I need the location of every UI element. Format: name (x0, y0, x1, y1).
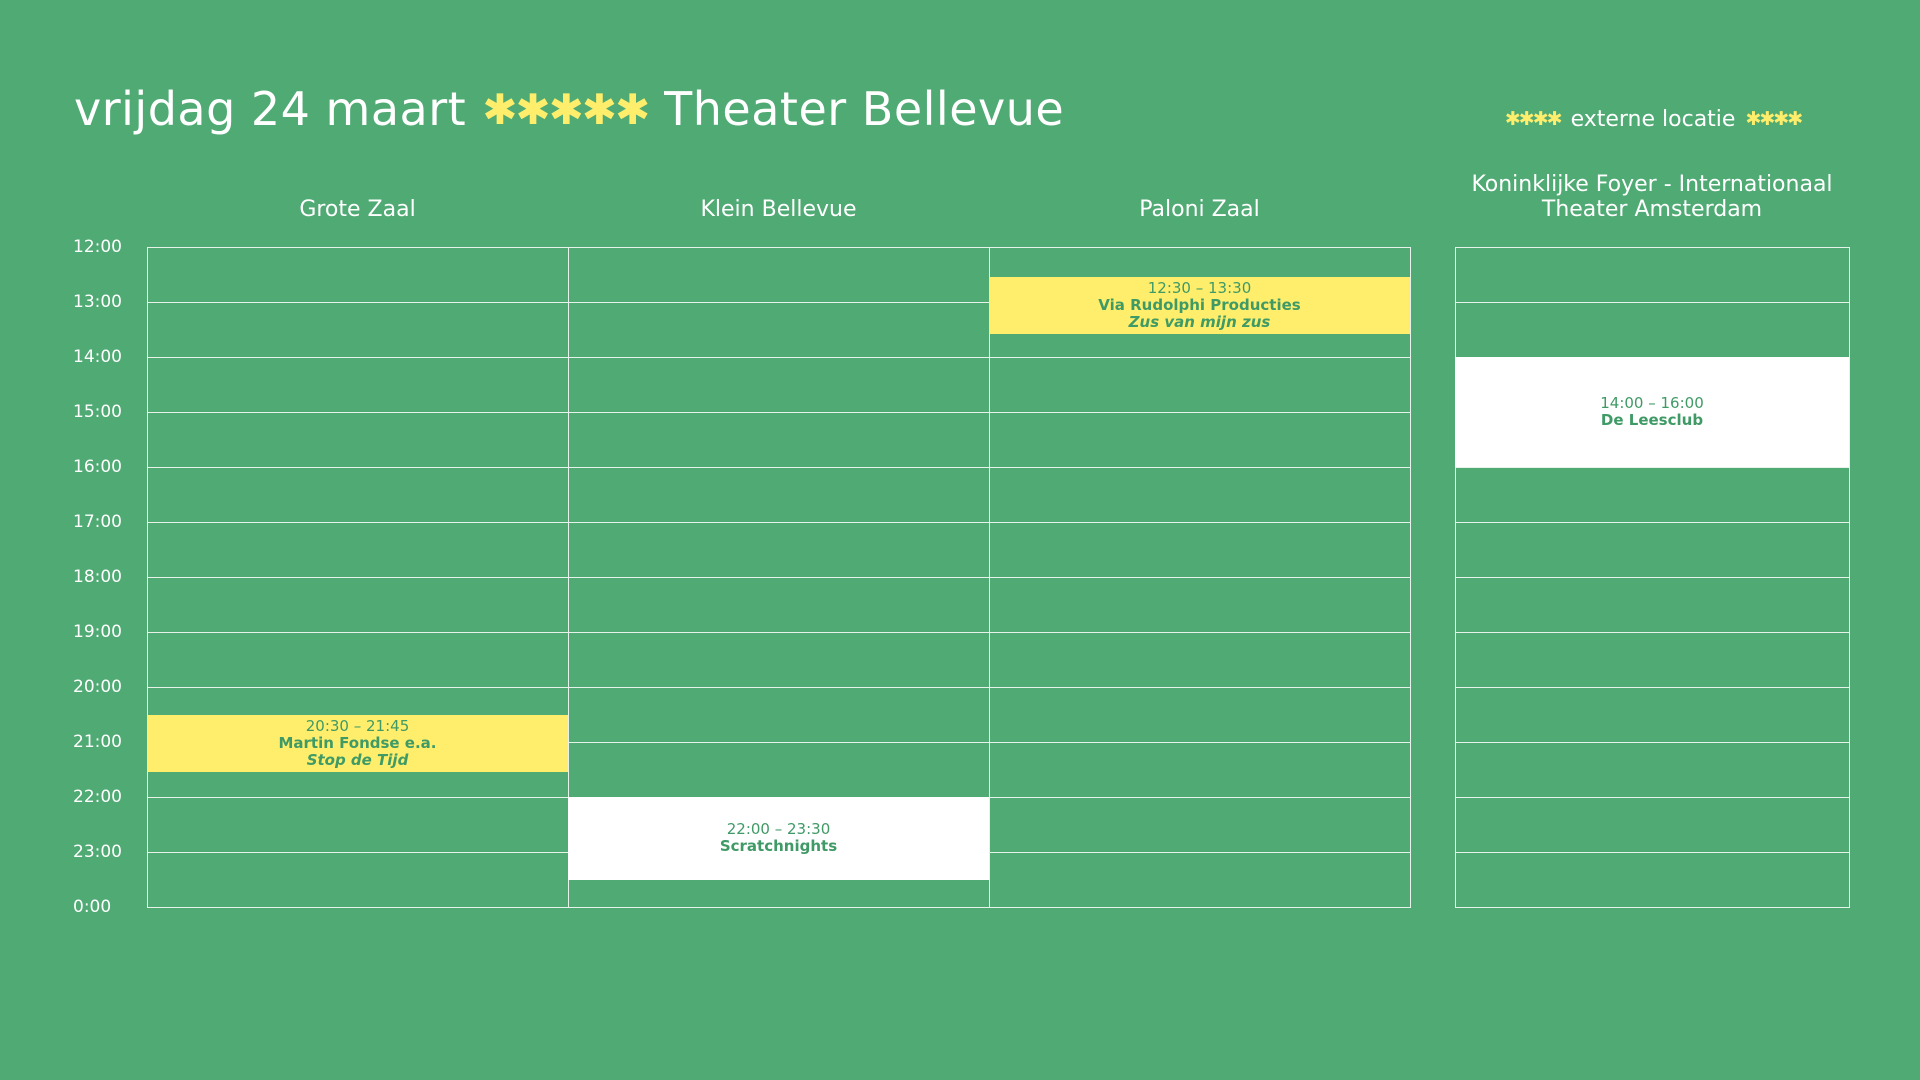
room-header-koninklijke-foyer: Koninklijke Foyer - Internationaal Theat… (1455, 172, 1849, 222)
stars-right-icon: ✱✱✱✱ (1745, 108, 1803, 130)
time-label: 14:00 (73, 347, 122, 367)
room-header-line1: Koninklijke Foyer - Internationaal (1471, 172, 1833, 197)
time-label: 16:00 (73, 457, 122, 477)
hour-gridline (1456, 797, 1849, 798)
room-header-grote-zaal: Grote Zaal (299, 197, 416, 222)
time-label: 19:00 (73, 622, 122, 642)
room-header-line2: Theater Amsterdam (1541, 197, 1763, 222)
event-company: Martin Fondse e.a. (278, 733, 437, 752)
stars-decoration-icon: ✱✱✱✱✱ (482, 84, 650, 134)
room-header-paloni-zaal: Paloni Zaal (1139, 197, 1260, 222)
time-label: 20:00 (73, 677, 122, 697)
event-company: Scratchnights (719, 837, 838, 856)
event-time: 14:00 – 16:00 (1600, 394, 1704, 412)
date-label: vrijdag 24 maart (74, 82, 467, 136)
time-label: 12:00 (73, 237, 122, 257)
hour-gridline (148, 687, 1410, 688)
time-label: 22:00 (73, 787, 122, 807)
time-label: 23:00 (73, 842, 122, 862)
hour-gridline (148, 467, 1410, 468)
hour-gridline (1456, 302, 1849, 303)
hour-gridline (1456, 852, 1849, 853)
time-label: 13:00 (73, 292, 122, 312)
event-time: 22:00 – 23:30 (726, 820, 831, 839)
venue-label: Theater Bellevue (664, 82, 1065, 136)
hour-gridline (1456, 577, 1849, 578)
time-label: 15:00 (73, 402, 122, 422)
event-company: Via Rudolphi Producties (1098, 296, 1301, 315)
event-show-title: Stop de Tijd (306, 750, 409, 769)
legend-label: externe locatie (1570, 106, 1736, 132)
stars-left-icon: ✱✱✱✱ (1504, 108, 1563, 130)
page-title: vrijdag 24 maart ✱✱✱✱✱ Theater Bellevue (74, 78, 1064, 140)
external-location-legend: ✱✱✱✱ externe locatie ✱✱✱✱ (1500, 104, 1806, 134)
time-label: 0:00 (73, 897, 112, 917)
time-label: 17:00 (73, 512, 122, 532)
event-block[interactable]: 12:30 – 13:30 Via Rudolphi Producties Zus … (989, 277, 1410, 334)
hour-gridline (1456, 742, 1849, 743)
event-time: 12:30 – 13:30 (1147, 279, 1252, 298)
hour-gridline (148, 412, 1410, 413)
event-block[interactable]: 20:30 – 21:45 Martin Fondse e.a. Stop de T… (147, 714, 568, 773)
time-label: 18:00 (73, 567, 122, 587)
hour-gridline (148, 522, 1410, 523)
hour-gridline (148, 357, 1410, 358)
hour-gridline (1456, 467, 1849, 468)
event-company: De Leesclub (1600, 411, 1704, 429)
hour-gridline (148, 632, 1410, 633)
event-time: 20:30 – 21:45 (305, 716, 410, 735)
schedule-grid-external (1455, 247, 1850, 908)
time-label: 21:00 (73, 732, 122, 752)
event-block[interactable]: 14:00 – 16:00 De Leesclub (1455, 357, 1849, 467)
event-show-title: Zus van mijn zus (1128, 313, 1271, 332)
hour-gridline (1456, 687, 1849, 688)
hour-gridline (1456, 522, 1849, 523)
hour-gridline (1456, 632, 1849, 633)
event-block[interactable]: 22:00 – 23:30 Scratchnights (568, 797, 989, 880)
hour-gridline (148, 577, 1410, 578)
room-header-klein-bellevue: Klein Bellevue (700, 197, 857, 222)
